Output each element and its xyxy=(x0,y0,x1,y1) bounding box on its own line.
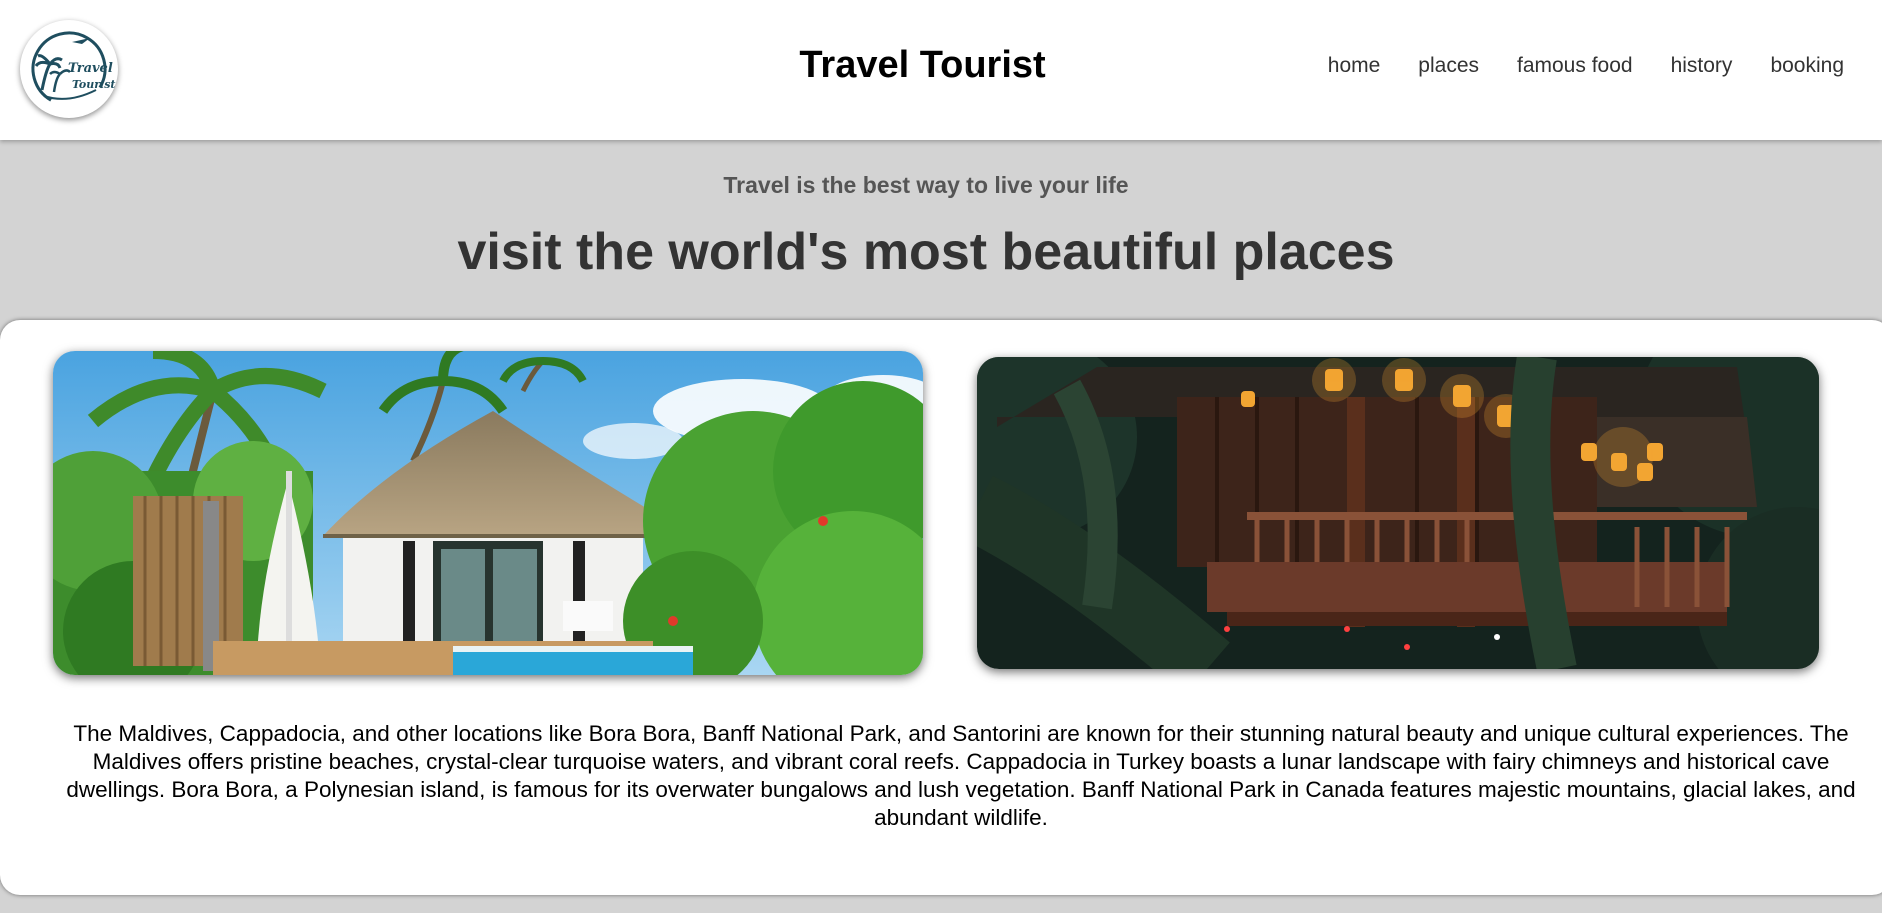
beach-villa-image xyxy=(53,351,923,675)
nav-link-famous-food[interactable]: famous food xyxy=(1517,54,1633,78)
places-description: The Maldives, Cappadocia, and other loca… xyxy=(66,721,1856,830)
nav-link-history[interactable]: history xyxy=(1671,54,1733,78)
jungle-treehouse-image xyxy=(977,357,1819,669)
hero-headline: visit the world's most beautiful places xyxy=(457,223,1395,281)
nav-link-home[interactable]: home xyxy=(1328,54,1381,78)
hero-tagline: Travel is the best way to live your life xyxy=(723,172,1129,198)
nav-link-booking[interactable]: booking xyxy=(1770,54,1844,78)
nav-link-places[interactable]: places xyxy=(1418,54,1479,78)
main-nav: home places famous food history booking xyxy=(1328,54,1844,78)
site-header: Travel Tourist Tourist Travel Tourist ho… xyxy=(0,0,1882,140)
